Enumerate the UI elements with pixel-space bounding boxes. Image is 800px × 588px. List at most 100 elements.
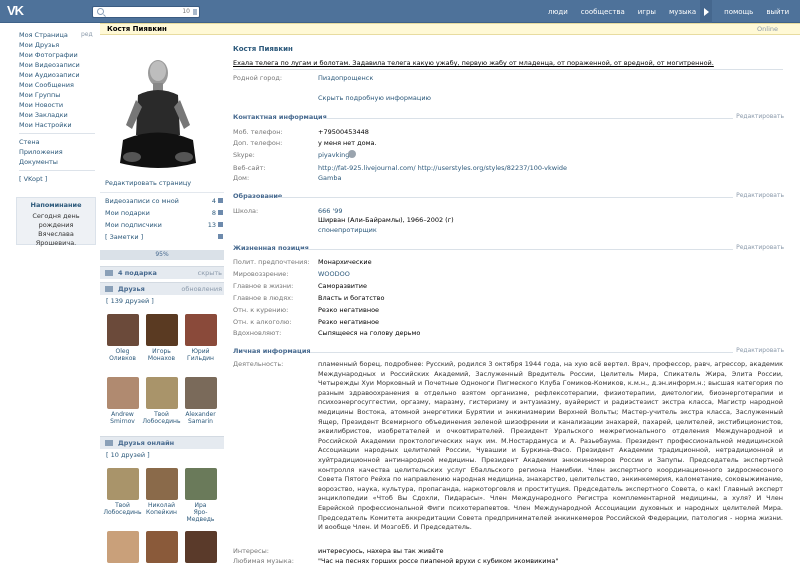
nav-my-page[interactable]: Моя Страница ред <box>19 30 97 40</box>
nav-groups[interactable]: Мои Группы <box>19 90 97 100</box>
nav-messages[interactable]: Мои Сообщения <box>19 80 97 90</box>
search-input[interactable]: 10 <box>92 6 200 18</box>
edit-education-link[interactable]: Редактировать <box>736 192 784 199</box>
edit-contact-link[interactable]: Редактировать <box>736 113 784 120</box>
edit-life-link[interactable]: Редактировать <box>736 244 784 251</box>
nav-settings[interactable]: Мои Настройки <box>19 120 97 130</box>
nav-bookmarks[interactable]: Мои Закладки <box>19 110 97 120</box>
friend-photo[interactable] <box>145 468 178 500</box>
friend-photo[interactable] <box>184 531 217 563</box>
politics-value[interactable]: Монархические <box>318 258 372 266</box>
friend-card[interactable]: Юрий Гильдин <box>181 308 220 371</box>
notes[interactable]: [ Заметки ] <box>100 231 224 243</box>
search-count: 10 <box>182 8 190 15</box>
hometown-value[interactable]: Пиздопрощенск <box>318 74 373 82</box>
edit-personal-link[interactable]: Редактировать <box>736 347 784 354</box>
online-friends-header[interactable]: Друзья онлайн <box>100 436 224 449</box>
home-value[interactable]: Gamba <box>318 174 341 182</box>
friends-count[interactable]: [ 139 друзей ] <box>100 295 224 308</box>
status-text[interactable]: Ехала телега по лугам и болотам. Задавил… <box>233 59 714 67</box>
friend-photo[interactable] <box>106 531 139 563</box>
worldview-value[interactable]: WOODOO <box>318 270 350 278</box>
edit-link[interactable]: ред <box>81 30 93 40</box>
nav-vkopt[interactable]: [ VKopt ] <box>19 174 97 184</box>
school-spec[interactable]: спонепротирщик <box>318 226 377 234</box>
friends-icon <box>105 440 113 446</box>
nav-news[interactable]: Мои Новости <box>19 100 97 110</box>
videos-with-me[interactable]: Видеозаписи со мной 4 <box>100 195 224 207</box>
gifts-header[interactable]: 4 подарка скрыть <box>100 266 224 279</box>
profile-name: Костя Пиявкин <box>233 45 293 53</box>
updates-link[interactable]: обновления <box>181 283 222 295</box>
friend-photo[interactable] <box>184 314 217 346</box>
mobile-label: Моб. телефон: <box>233 128 283 136</box>
profile-avatar[interactable] <box>118 45 198 175</box>
friend-card[interactable]: Ира Яро-Медведь <box>181 462 220 525</box>
friend-photo[interactable] <box>145 314 178 346</box>
online-friends-count[interactable]: [ 10 друзей ] <box>100 449 224 462</box>
friends-grid: Oleg Оливков Игорь Монахов Юрий Гильдин And… <box>100 308 224 434</box>
friend-card[interactable]: Alexander Samarin <box>181 371 220 434</box>
friend-card[interactable]: Игорь Монахов <box>142 308 181 371</box>
smoking-value[interactable]: Резко негативное <box>318 306 379 314</box>
activity-label: Деятельность: <box>233 360 284 368</box>
play-icon[interactable] <box>700 0 713 23</box>
my-subscribers[interactable]: Мои подписчики 13 <box>100 219 224 231</box>
nav-photos[interactable]: Мои Фотографии <box>19 50 97 60</box>
alcohol-value[interactable]: Резко негативное <box>318 318 379 326</box>
nav-docs[interactable]: Документы <box>19 157 97 167</box>
edit-page-link[interactable]: Редактировать страницу <box>100 175 224 192</box>
home-label: Дом: <box>233 174 250 182</box>
nav-communities[interactable]: сообщества <box>581 8 625 16</box>
friend-card[interactable] <box>181 525 220 588</box>
nav-games[interactable]: игры <box>638 8 656 16</box>
gift-icon <box>218 210 223 215</box>
reminder-box: Напоминание Сегодня день рождения Вячесл… <box>16 197 96 248</box>
friend-photo[interactable] <box>106 377 139 409</box>
hide-info-link[interactable]: Скрыть подробную информацию <box>318 94 431 102</box>
friend-card[interactable] <box>142 525 181 588</box>
friend-card[interactable]: Николай Копейкин <box>142 462 181 525</box>
nav-wall[interactable]: Стена <box>19 137 97 147</box>
nav-audio[interactable]: Мои Аудиозаписи <box>19 70 97 80</box>
friend-card[interactable]: Oleg Оливков <box>103 308 142 371</box>
video-icon <box>218 198 223 203</box>
friend-card[interactable]: Твой Лобосединь <box>142 371 181 434</box>
nav-help[interactable]: помощь <box>724 8 753 16</box>
friend-photo[interactable] <box>106 314 139 346</box>
friend-photo[interactable] <box>145 377 178 409</box>
mobile-value: +79500453448 <box>318 128 369 136</box>
nav-apps[interactable]: Приложения <box>19 147 97 157</box>
school-label: Школа: <box>233 207 259 215</box>
left-nav: Моя Страница ред Мои Друзья Мои Фотографи… <box>19 30 97 184</box>
divider <box>19 133 95 134</box>
nav-people[interactable]: люди <box>548 8 568 16</box>
divider <box>300 249 733 250</box>
skype-value[interactable]: piyavking <box>318 151 349 159</box>
website-value[interactable]: http://fat-925.livejournal.com/ http://u… <box>318 164 567 172</box>
my-gifts[interactable]: Мои подарки 8 <box>100 207 224 219</box>
header-name: Костя Пиявкин <box>107 25 167 33</box>
people-main-value[interactable]: Власть и богатство <box>318 294 384 302</box>
nav-friends[interactable]: Мои Друзья <box>19 40 97 50</box>
vk-logo[interactable]: VK <box>7 3 29 20</box>
friend-card[interactable]: Andrew Smirnov <box>103 371 142 434</box>
interests-value: интересуюсь, нахера вы так живёте <box>318 547 444 555</box>
people-main-label: Главное в людях: <box>233 294 294 302</box>
friend-card[interactable] <box>103 525 142 588</box>
friend-card[interactable]: Твой Лобосединь <box>103 462 142 525</box>
friend-photo[interactable] <box>184 377 217 409</box>
hide-link[interactable]: скрыть <box>198 267 222 279</box>
life-main-value[interactable]: Саморазвитие <box>318 282 367 290</box>
school-value[interactable]: 666 '99 <box>318 207 343 215</box>
friends-header[interactable]: Друзья обновления <box>100 282 224 295</box>
nav-music[interactable]: музыка <box>669 8 696 16</box>
friend-photo[interactable] <box>145 531 178 563</box>
nav-videos[interactable]: Мои Видеозаписи <box>19 60 97 70</box>
phone2-value: у меня нет дома. <box>318 139 377 147</box>
nav-logout[interactable]: выйти <box>766 8 789 16</box>
friend-photo[interactable] <box>106 468 139 500</box>
reminder-text[interactable]: Сегодня день рождения Вячеслава Ярошевич… <box>17 212 95 248</box>
friend-photo[interactable] <box>184 468 217 500</box>
search-button[interactable] <box>193 9 197 15</box>
